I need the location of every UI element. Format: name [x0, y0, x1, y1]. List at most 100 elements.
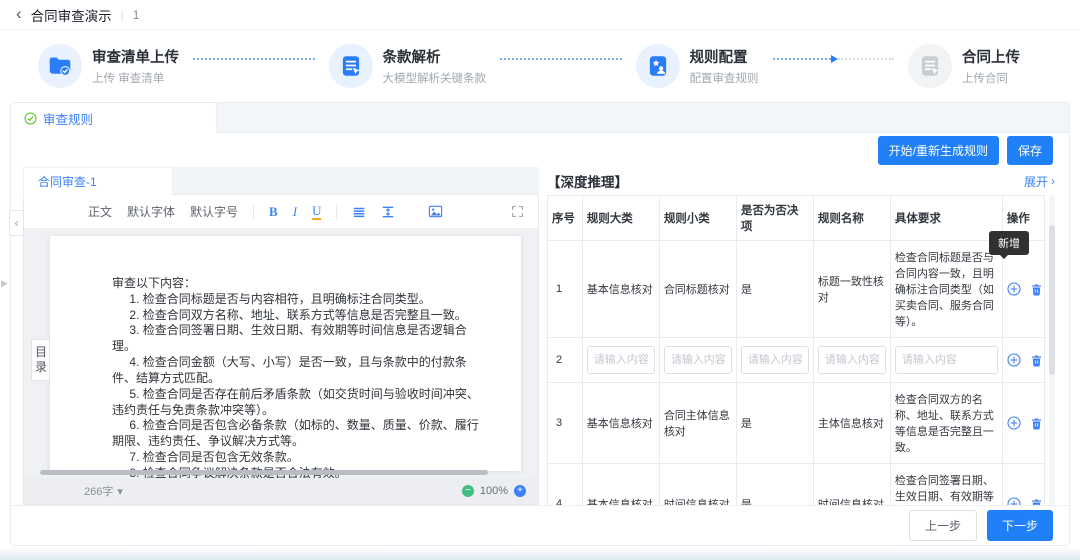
- header-cell: 具体要求: [890, 196, 1002, 241]
- prev-step-button[interactable]: 上一步: [909, 510, 977, 541]
- editor-toolbar: 正文 默认字体 默认字号 B I U: [24, 195, 538, 229]
- delete-row-button[interactable]: [1030, 354, 1043, 367]
- folder-check-icon: [38, 44, 82, 88]
- toc-tab[interactable]: 目录: [31, 339, 50, 381]
- step-contract-upload[interactable]: 合同上传 上传合同: [908, 44, 1020, 88]
- table-row-editable: 2: [548, 338, 1045, 383]
- step-clause-parse[interactable]: 条款解析 大模型解析关键条款: [329, 44, 487, 88]
- rules-table: 序号 规则大类 规则小类 是否为否决项 规则名称 具体要求 操作: [547, 195, 1045, 505]
- tab-review-rules[interactable]: 审查规则: [11, 103, 217, 133]
- collapse-editor-handle[interactable]: ‹: [9, 210, 24, 236]
- generate-rules-button[interactable]: 开始/重新生成规则: [878, 136, 999, 165]
- add-row-button[interactable]: [1007, 497, 1021, 505]
- paragraph-style-select[interactable]: 正文: [88, 203, 112, 220]
- tab-contract-review-1[interactable]: 合同审查-1: [23, 167, 173, 195]
- app-root: ‹ 合同审查演示 | 1 审查清单上传 上传 审查清单 条款解析 大模型解析关键…: [0, 0, 1080, 560]
- arrow-right-icon: [831, 55, 838, 63]
- rules-table-wrapper: 序号 规则大类 规则小类 是否为否决项 规则名称 具体要求 操作: [547, 195, 1055, 505]
- step-connector: [500, 58, 622, 60]
- italic-button[interactable]: I: [293, 205, 297, 218]
- actions-bar: 开始/重新生成规则 保存: [11, 133, 1069, 167]
- underline-button[interactable]: U: [312, 204, 321, 220]
- table-row: 1 基本信息核对 合同标题核对 是 标题一致性核对 检查合同标题是否与合同内容一…: [548, 241, 1045, 338]
- doc-item: 4. 检查合同金额（大写、小写）是否一致，且与条款中的付款条件、结算方式匹配。: [112, 355, 485, 387]
- vertical-scrollbar[interactable]: [1049, 225, 1055, 375]
- bottom-decoration: [0, 547, 1080, 560]
- open-sidebar-handle[interactable]: ▶: [1, 278, 8, 289]
- image-icon: [428, 204, 443, 219]
- expand-link[interactable]: 展开 ›: [1024, 173, 1055, 190]
- delete-row-button[interactable]: [1030, 417, 1043, 430]
- table-row: 4 基本信息核对 时间信息核对 是 时间信息核对 检查合同签署日期、生效日期、有…: [548, 464, 1045, 506]
- main-card: 审查规则 开始/重新生成规则 保存 合同审查-1 正文 默认字: [10, 102, 1070, 546]
- save-button[interactable]: 保存: [1007, 136, 1053, 165]
- rule-name-cell: 时间信息核对: [813, 464, 890, 506]
- step-subtitle: 上传合同: [962, 70, 1020, 86]
- editor-tab-bar: 合同审查-1: [23, 167, 539, 195]
- check-circle-icon: [24, 112, 37, 125]
- veto-cell: 是: [736, 464, 813, 506]
- document-page[interactable]: 审查以下内容： 1. 检查合同标题是否与内容相符，且明确标注合同类型。 2. 检…: [50, 236, 521, 471]
- step-connector: [193, 58, 315, 60]
- doc-item: 2. 检查合同双方名称、地址、联系方式等信息是否完整且一致。: [112, 308, 485, 324]
- step-connector-with-arrow: [773, 55, 895, 63]
- step-subtitle: 大模型解析关键条款: [383, 70, 487, 86]
- requirement-input[interactable]: [895, 346, 998, 374]
- row-index: 2: [548, 338, 583, 383]
- rule-name-input[interactable]: [818, 346, 886, 374]
- step-title: 规则配置: [690, 46, 759, 67]
- veto-input[interactable]: [741, 346, 809, 374]
- back-icon[interactable]: ‹: [16, 5, 22, 22]
- requirement-cell: 检查合同签署日期、生效日期、有效期等时间信息是否逻辑合理。: [890, 464, 1002, 506]
- line-spacing-icon: [381, 205, 395, 219]
- insert-image-button[interactable]: [428, 204, 443, 219]
- step-checklist-upload[interactable]: 审查清单上传 上传 审查清单: [38, 44, 179, 88]
- rule-minor-input[interactable]: [664, 346, 732, 374]
- add-row-button[interactable]: [1007, 353, 1021, 367]
- bold-button[interactable]: B: [269, 205, 278, 218]
- step-rule-config[interactable]: 规则配置 配置审查规则: [636, 44, 759, 88]
- wizard-footer: 上一步 下一步: [11, 505, 1069, 545]
- add-tooltip: 新增: [989, 231, 1029, 255]
- veto-cell: 是: [736, 241, 813, 338]
- requirement-cell: 检查合同双方的名称、地址、联系方式等信息是否完整且一致。: [890, 383, 1002, 464]
- word-count-dropdown[interactable]: 266字 ▾: [84, 483, 123, 499]
- doc-item: 6. 检查合同是否包含必备条款（如标的、数量、质量、价款、履行期限、违约责任、争…: [112, 418, 485, 450]
- next-step-button[interactable]: 下一步: [987, 510, 1053, 541]
- step-title: 合同上传: [962, 46, 1020, 67]
- delete-row-button[interactable]: [1030, 498, 1043, 506]
- add-row-button[interactable]: [1007, 282, 1021, 296]
- tab-label: 审查规则: [43, 109, 93, 128]
- row-index: 1: [548, 241, 583, 338]
- rules-panel: 【深度推理】 展开 › 序号 规则大类 规则小类: [547, 167, 1055, 505]
- horizontal-scrollbar[interactable]: [40, 470, 488, 475]
- add-row-button[interactable]: [1007, 416, 1021, 430]
- zoom-level: 100%: [480, 485, 508, 497]
- rule-name-cell: 标题一致性核对: [813, 241, 890, 338]
- table-row: 3 基本信息核对 合同主体信息核对 是 主体信息核对 检查合同双方的名称、地址、…: [548, 383, 1045, 464]
- header-cell: 是否为否决项: [736, 196, 813, 241]
- line-spacing-button[interactable]: [381, 205, 395, 219]
- align-button[interactable]: [352, 205, 366, 219]
- zoom-out-button[interactable]: −: [462, 485, 474, 497]
- header-cell: 规则大类: [582, 196, 659, 241]
- header-cell: 规则小类: [659, 196, 736, 241]
- veto-cell: 是: [736, 383, 813, 464]
- rule-minor-cell: 合同主体信息核对: [659, 383, 736, 464]
- header-cell: 序号: [548, 196, 583, 241]
- row-index: 3: [548, 383, 583, 464]
- document-parse-icon: [329, 44, 373, 88]
- editor-statusbar: 266字 ▾ − 100% +: [24, 478, 538, 504]
- rule-major-cell: 基本信息核对: [582, 241, 659, 338]
- zoom-in-button[interactable]: +: [514, 485, 526, 497]
- breadcrumb-count: 1: [133, 8, 140, 22]
- rule-major-input[interactable]: [587, 346, 655, 374]
- fullscreen-button[interactable]: [511, 205, 524, 218]
- font-size-select[interactable]: 默认字号: [190, 203, 238, 220]
- zoom-control: − 100% +: [462, 485, 526, 497]
- delete-row-button[interactable]: [1030, 283, 1043, 296]
- editor-panel: 合同审查-1 正文 默认字体 默认字号 B I U: [23, 167, 539, 505]
- rule-minor-cell: 合同标题核对: [659, 241, 736, 338]
- requirement-cell: 检查合同标题是否与合同内容一致，且明确标注合同类型（如买卖合同、服务合同等）。: [890, 241, 1002, 338]
- font-family-select[interactable]: 默认字体: [127, 203, 175, 220]
